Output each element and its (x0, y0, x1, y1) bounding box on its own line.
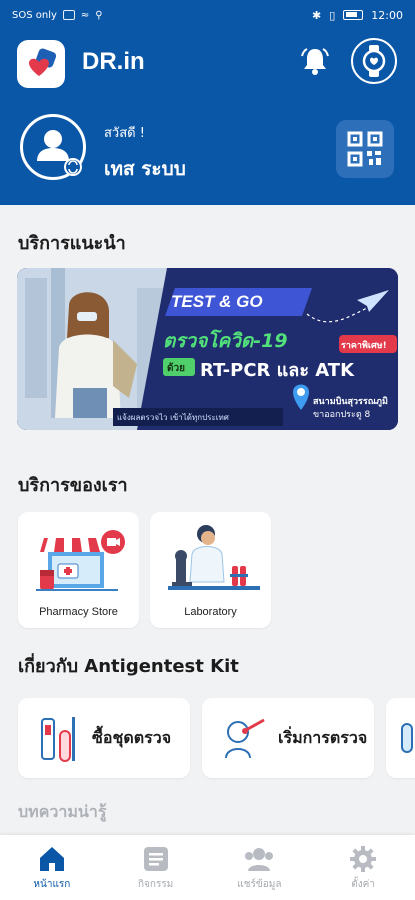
promo-banner[interactable]: TEST & GO ตรวจโควิด-19 ด้วย RT-PCR และ A… (17, 268, 398, 430)
start-test-label: เริ่มการตรวจ (278, 727, 368, 747)
nav-settings-label: ตั้งค่า (351, 879, 375, 890)
app-header: DR.in สวัสดี ! เทส ระบบ (0, 30, 415, 205)
nav-home[interactable]: หน้าแรก (0, 835, 104, 900)
nav-settings[interactable]: ตั้งค่า (311, 835, 415, 900)
carrier-text: SOS only (12, 9, 57, 21)
buy-test-kit-label: ซื้อชุดตรวจ (92, 727, 172, 747)
app-logo (17, 40, 65, 88)
start-test-card[interactable]: เริ่มการตรวจ (202, 698, 374, 778)
usb-icon: ⚲ (95, 9, 103, 21)
smartwatch-icon (362, 45, 386, 77)
banner-line2: RT-PCR และ ATK (200, 360, 355, 381)
user-name: เทส ระบบ (104, 158, 186, 180)
pharmacy-store-card[interactable]: Pharmacy Store (18, 512, 139, 628)
nasal-swab-icon (225, 718, 265, 759)
banner-footer-text: แจ้งผลตรวจไว เข้าได้ทุกประเทศ (117, 413, 229, 422)
sim-icon (62, 10, 75, 20)
nav-share-data[interactable]: แชร์ข้อมูล (208, 835, 312, 900)
partial-card-icon (401, 723, 413, 753)
bluetooth-icon: ✱ (312, 8, 322, 22)
banner-line1: ตรวจโควิด-19 (163, 330, 288, 352)
greeting-text: สวัสดี ! (104, 126, 145, 141)
buy-test-kit-card[interactable]: ซื้อชุดตรวจ (18, 698, 190, 778)
share-data-icon (245, 848, 274, 871)
wifi-icon: ≈ (80, 9, 90, 21)
laboratory-icon (168, 525, 260, 590)
clock-text: 12:00 (371, 8, 403, 22)
next-kit-card-peek[interactable] (386, 698, 415, 778)
laboratory-label: Laboratory (184, 606, 237, 618)
bottom-navigation: หน้าแรก กิจกรรม แชร์ข้อมูล ตั้งค่า (0, 835, 415, 900)
kit-section-title: เกี่ยวกับ Antigentest Kit (18, 656, 239, 677)
pharmacy-store-icon (36, 530, 125, 591)
vibrate-icon: ▯ (329, 8, 336, 22)
banner-with-label: ด้วย (167, 363, 185, 374)
recommended-section-title: บริการแนะนำ (18, 233, 126, 254)
test-kit-icon (41, 717, 75, 762)
status-bar: SOS only ≈ ⚲ ✱ ▯ 12:00 (0, 0, 415, 30)
nav-activities-label: กิจกรรม (137, 879, 174, 890)
services-section-title: บริการของเรา (18, 475, 128, 496)
laboratory-card[interactable]: Laboratory (150, 512, 271, 628)
pharmacy-store-label: Pharmacy Store (39, 606, 118, 618)
user-avatar[interactable] (20, 114, 86, 180)
qr-code-icon (347, 131, 383, 167)
banner-location-line2: ขาออกประตู 8 (313, 410, 371, 420)
notification-bell-icon[interactable] (298, 44, 332, 78)
banner-headline: TEST & GO (171, 292, 263, 311)
home-icon (39, 847, 64, 871)
activities-icon (143, 847, 168, 871)
battery-icon (343, 10, 364, 20)
banner-location-line1: สนามบินสุวรรณภูมิ (313, 397, 388, 407)
smartwatch-button[interactable] (351, 38, 397, 84)
nav-home-label: หน้าแรก (33, 879, 71, 890)
special-price-badge: ราคาพิเศษ! (341, 341, 387, 351)
nav-activities[interactable]: กิจกรรม (104, 835, 208, 900)
nav-share-data-label: แชร์ข้อมูล (237, 879, 282, 890)
app-name: DR.in (82, 48, 145, 75)
articles-section-title: บทความน่ารู้ (18, 802, 107, 821)
gear-icon (350, 846, 377, 872)
qr-code-button[interactable] (336, 120, 394, 178)
